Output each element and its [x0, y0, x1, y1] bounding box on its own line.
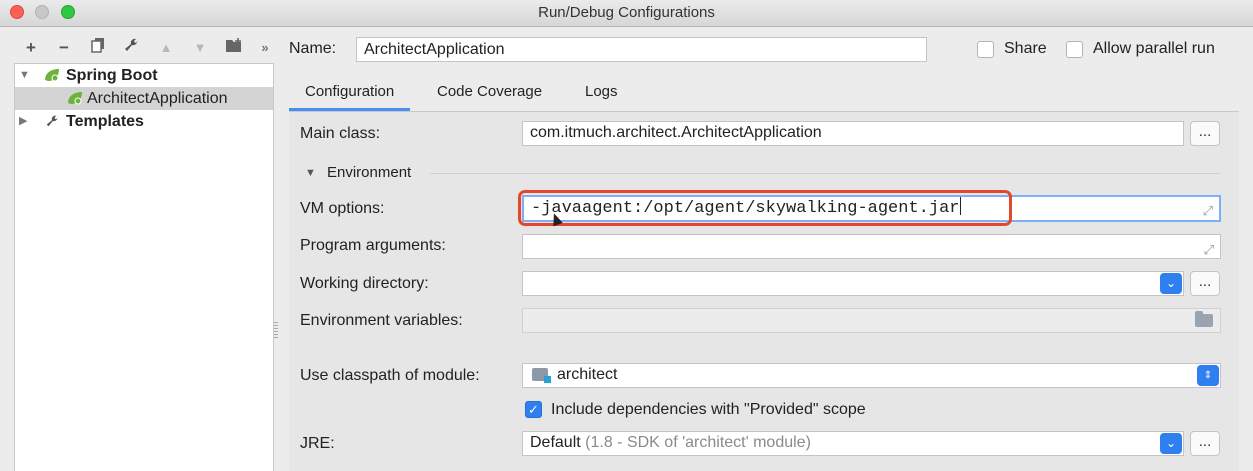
- share-checkbox[interactable]: [977, 41, 994, 58]
- plus-icon[interactable]: +: [20, 36, 42, 60]
- classpath-module-label: Use classpath of module:: [300, 367, 480, 384]
- spring-boot-app-icon: [68, 92, 82, 105]
- splitter-handle[interactable]: [274, 322, 278, 340]
- main-class-input[interactable]: com.itmuch.architect.ArchitectApplicatio…: [522, 121, 1184, 146]
- highlight-annotation: [518, 190, 1012, 226]
- expand-icon[interactable]: ⤢: [1203, 201, 1213, 220]
- name-label: Name:: [289, 40, 337, 57]
- config-tree: ▼ Spring Boot ArchitectApplication ▶ Tem…: [14, 63, 274, 471]
- tree-item-architect-application[interactable]: ArchitectApplication: [15, 87, 273, 110]
- program-arguments-label: Program arguments:: [300, 237, 446, 254]
- collapse-arrow-icon[interactable]: ▶: [19, 110, 27, 133]
- title-bar: Run/Debug Configurations: [0, 0, 1253, 27]
- up-arrow-icon[interactable]: ▲: [155, 36, 177, 60]
- tree-item-label: ArchitectApplication: [87, 90, 228, 107]
- working-directory-label: Working directory:: [300, 275, 429, 292]
- updown-chevron-icon[interactable]: ⇕: [1197, 365, 1219, 386]
- chevron-down-icon[interactable]: ⌄: [1160, 273, 1182, 294]
- chevron-down-icon[interactable]: ⌄: [1160, 433, 1182, 454]
- working-directory-browse-button[interactable]: ...: [1190, 271, 1220, 296]
- share-label: Share: [1004, 40, 1047, 57]
- expand-arrow-icon[interactable]: ▼: [19, 64, 30, 87]
- folder-icon[interactable]: [1195, 311, 1213, 327]
- main-class-label: Main class:: [300, 125, 381, 142]
- wrench-icon[interactable]: [120, 36, 142, 60]
- tab-code-coverage[interactable]: Code Coverage: [437, 79, 542, 111]
- tree-item-spring-boot[interactable]: ▼ Spring Boot: [15, 64, 273, 87]
- expand-icon[interactable]: ⤢: [1204, 239, 1214, 258]
- environment-variables-label: Environment variables:: [300, 312, 463, 329]
- section-divider: [430, 173, 1220, 174]
- jre-value: Default: [530, 434, 581, 451]
- environment-collapse-icon[interactable]: ▼: [305, 167, 316, 179]
- jre-browse-button[interactable]: ...: [1190, 431, 1220, 456]
- minus-icon[interactable]: −: [53, 36, 75, 60]
- jre-select[interactable]: Default (1.8 - SDK of 'architect' module…: [522, 431, 1184, 456]
- allow-parallel-run-checkbox[interactable]: [1066, 41, 1083, 58]
- tab-configuration[interactable]: Configuration: [289, 79, 411, 111]
- config-tabs: Configuration Code Coverage Logs: [289, 79, 1239, 111]
- allow-parallel-run-label: Allow parallel run: [1093, 40, 1215, 57]
- tree-item-label: Templates: [66, 113, 144, 130]
- tree-item-label: Spring Boot: [66, 67, 158, 84]
- environment-section-title: Environment: [327, 164, 412, 181]
- spring-boot-icon: [45, 69, 59, 82]
- config-toolbar: + − ▲ ▼ »: [14, 36, 274, 60]
- main-class-browse-button[interactable]: ...: [1190, 121, 1220, 146]
- down-arrow-icon[interactable]: ▼: [189, 36, 211, 60]
- wrench-icon: [46, 115, 58, 127]
- jre-detail: (1.8 - SDK of 'architect' module): [585, 434, 811, 451]
- vm-options-label: VM options:: [300, 200, 385, 217]
- environment-variables-input[interactable]: [522, 308, 1221, 333]
- tree-item-templates[interactable]: ▶ Templates: [15, 110, 273, 133]
- jre-label: JRE:: [300, 435, 335, 452]
- program-arguments-input[interactable]: ⤢: [522, 234, 1221, 259]
- module-icon: [532, 368, 551, 383]
- include-dependencies-label: Include dependencies with "Provided" sco…: [551, 401, 866, 418]
- classpath-module-value: architect: [557, 366, 618, 383]
- copy-icon[interactable]: [87, 36, 109, 60]
- folder-add-icon[interactable]: [223, 36, 245, 60]
- more-icon[interactable]: »: [254, 36, 276, 60]
- tab-logs[interactable]: Logs: [585, 79, 618, 111]
- working-directory-input[interactable]: ⌄: [522, 271, 1184, 296]
- classpath-module-select[interactable]: architect ⇕: [522, 363, 1221, 388]
- include-dependencies-checkbox[interactable]: ✓: [525, 401, 542, 418]
- window-title: Run/Debug Configurations: [538, 4, 715, 21]
- name-input[interactable]: ArchitectApplication: [356, 37, 927, 62]
